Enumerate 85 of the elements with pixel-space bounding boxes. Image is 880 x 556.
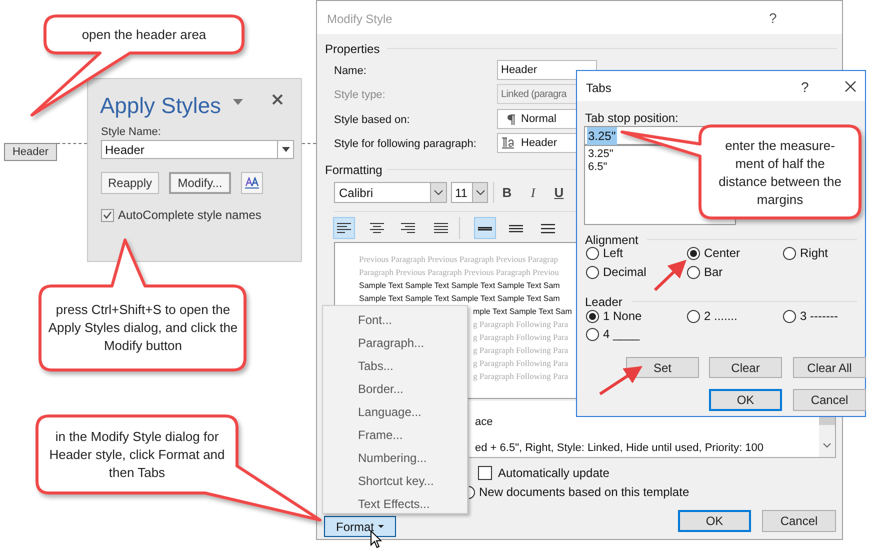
pointer-arrow bbox=[654, 260, 686, 292]
paragraph-format-button[interactable] bbox=[333, 217, 355, 239]
field-label: Style type: bbox=[334, 88, 386, 103]
align-center-icon bbox=[370, 222, 384, 234]
font-combo[interactable]: Calibri bbox=[334, 182, 447, 203]
radio-option[interactable]: Bar bbox=[687, 263, 723, 281]
callout-text: press Ctrl+Shift+S to open the Apply Styles dialog, and click the Modify button bbox=[48, 301, 238, 355]
description-text: ed + 6.5", Right, Style: Linked, Hide until used, Priority: 100 bbox=[475, 441, 764, 456]
description-text: ace bbox=[475, 415, 493, 430]
dialog-button[interactable]: OK bbox=[709, 389, 782, 411]
pointer-arrow bbox=[599, 366, 643, 396]
caret-icon bbox=[282, 147, 290, 152]
line-spacing-icon bbox=[509, 222, 523, 234]
callout-text: open the header area bbox=[80, 26, 208, 44]
menu-item[interactable]: Language... bbox=[323, 400, 467, 423]
preview-text: Sample Text Sample Text Sample Text Sample Text Sam bbox=[359, 280, 560, 292]
menu-item[interactable]: Shortcut key... bbox=[323, 469, 467, 492]
radio-option[interactable]: Decimal bbox=[586, 263, 646, 281]
callout-text: in the Modify Style dialog for Header style, click Format and then Tabs bbox=[48, 428, 226, 482]
input-field[interactable]: Header bbox=[497, 60, 597, 80]
checkbox-option[interactable]: Automatically update bbox=[478, 464, 610, 482]
field-label: Name: bbox=[334, 64, 366, 79]
radio-option[interactable]: Right bbox=[783, 244, 828, 262]
chevron-down-icon[interactable] bbox=[823, 443, 831, 448]
panel-button[interactable]: Modify... bbox=[169, 172, 231, 194]
caret-icon bbox=[378, 525, 384, 528]
paragraph-style-icon bbox=[507, 114, 515, 124]
panel-button[interactable]: Reapply bbox=[101, 172, 159, 194]
mouse-cursor-icon bbox=[370, 530, 382, 549]
panel-title: Apply Styles bbox=[100, 92, 222, 120]
menu-item[interactable]: Paragraph... bbox=[323, 331, 467, 354]
dialog-button[interactable]: Set bbox=[626, 357, 699, 378]
help-icon[interactable]: ? bbox=[801, 77, 809, 98]
paragraph-format-button[interactable] bbox=[474, 217, 496, 239]
linked-style-icon bbox=[501, 137, 515, 149]
chevron-down-icon bbox=[476, 190, 484, 195]
align-right-icon bbox=[401, 222, 415, 234]
menu-item[interactable]: Frame... bbox=[323, 423, 467, 446]
align-left-icon bbox=[337, 222, 351, 234]
check-icon bbox=[103, 211, 112, 219]
size-combo[interactable]: 11 bbox=[451, 182, 488, 203]
styles-button[interactable] bbox=[241, 172, 263, 194]
menu-item[interactable]: Border... bbox=[323, 377, 467, 400]
dialog-button[interactable]: Clear All bbox=[793, 357, 866, 378]
preview-text: g Paragraph Following Para bbox=[473, 370, 568, 383]
font-style-button[interactable]: I bbox=[523, 182, 543, 203]
format-menu-button[interactable]: Format bbox=[324, 516, 396, 537]
font-style-button[interactable]: B bbox=[497, 182, 517, 203]
style-name-combo[interactable]: Header bbox=[101, 140, 294, 159]
preview-text: g Paragraph Following Para bbox=[473, 318, 568, 331]
caret-icon[interactable] bbox=[233, 99, 243, 105]
field-label: Style Name: bbox=[101, 125, 161, 140]
preview-text: Paragraph Previous Paragraph Previous Paragraph Previou bbox=[359, 266, 559, 279]
menu-item[interactable]: Tabs... bbox=[323, 354, 467, 377]
header-tag: Header bbox=[4, 143, 57, 161]
menu-item[interactable]: Numbering... bbox=[323, 446, 467, 469]
menu-item[interactable]: Text Effects... bbox=[323, 492, 467, 515]
preview-text: Sample Text Sample Text Sample Text Sample Text Sam bbox=[359, 293, 560, 305]
dialog-button[interactable]: Cancel bbox=[793, 389, 866, 411]
radio-option[interactable]: 3 ------- bbox=[783, 307, 838, 325]
radio-option[interactable]: Center bbox=[687, 244, 740, 262]
dialog-button[interactable]: OK bbox=[678, 510, 751, 532]
line-spacing-icon bbox=[541, 222, 555, 234]
dialog-button[interactable]: Clear bbox=[709, 357, 782, 378]
preview-text: mple Text Sample Text Sam bbox=[473, 306, 572, 318]
checkbox-option[interactable]: AutoComplete style names bbox=[101, 206, 262, 224]
close-icon[interactable] bbox=[272, 94, 283, 105]
group-label: Alignment bbox=[585, 232, 638, 248]
field-label: Style based on: bbox=[334, 113, 410, 128]
window-title: Modify Style bbox=[327, 11, 392, 28]
close-icon[interactable] bbox=[845, 81, 856, 92]
radio-option[interactable]: 4 ____ bbox=[586, 325, 640, 343]
preview-text: g Paragraph Following Para bbox=[473, 357, 568, 370]
preview-text: g Paragraph Following Para bbox=[473, 344, 568, 357]
help-icon[interactable]: ? bbox=[769, 8, 777, 29]
styles-icon bbox=[245, 177, 259, 189]
chevron-down-icon bbox=[434, 190, 443, 195]
align-justify-icon bbox=[434, 222, 448, 234]
field-label: Style for following paragraph: bbox=[334, 137, 476, 152]
radio-option[interactable]: 2 ....... bbox=[687, 307, 738, 325]
font-style-button[interactable]: U bbox=[549, 182, 569, 203]
menu-item[interactable]: Font... bbox=[323, 308, 467, 331]
preview-text: g Paragraph Following Para bbox=[473, 331, 568, 344]
dialog-button[interactable]: Cancel bbox=[762, 510, 836, 532]
preview-text: Previous Paragraph Previous Paragraph Previous Paragrap bbox=[359, 253, 558, 266]
